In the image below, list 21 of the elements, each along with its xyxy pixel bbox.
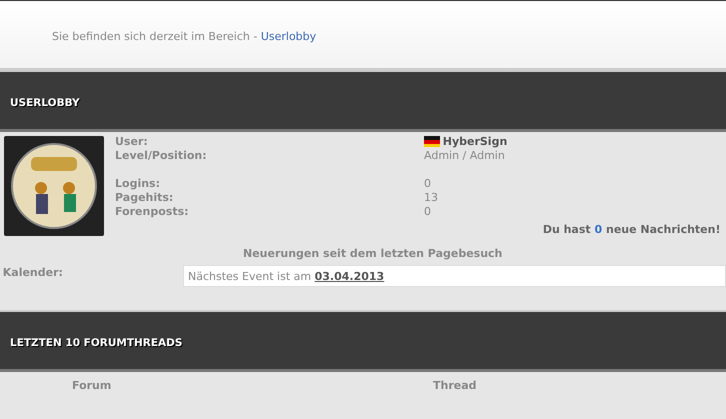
stat-label: User: (115, 134, 149, 149)
username: HyberSign (442, 134, 508, 149)
stat-value: 13 (424, 190, 438, 205)
breadcrumb-text: Sie befinden sich derzeit im Bereich - Userlobby (52, 30, 316, 43)
stat-label: Level/Position: (115, 148, 208, 163)
stat-value: 0 (424, 204, 431, 219)
breadcrumb-link[interactable]: Userlobby (260, 30, 316, 43)
column-header: Forum (71, 378, 112, 394)
news-heading: Neuerungen seit dem letzten Pagebesuch (243, 246, 502, 260)
section-title: LETZTEN 10 FORUMTHREADS (10, 336, 182, 351)
stat-value: Admin / Admin (424, 148, 505, 163)
section-title: USERLOBBY (10, 96, 80, 111)
germany-flag-icon (424, 136, 440, 148)
column-header: Thread (433, 378, 478, 394)
stat-label: Pagehits: (115, 190, 174, 205)
message-notice: Du hast 0 neue Nachrichten! (542, 222, 720, 238)
stat-label: Forenposts: (115, 204, 190, 219)
event-text: Nächstes Event ist am 03.04.2013 (183, 264, 726, 287)
stat-label: Logins: (115, 176, 161, 191)
calendar-label: Kalender: (2, 264, 64, 281)
stat-value: 0 (424, 176, 431, 191)
